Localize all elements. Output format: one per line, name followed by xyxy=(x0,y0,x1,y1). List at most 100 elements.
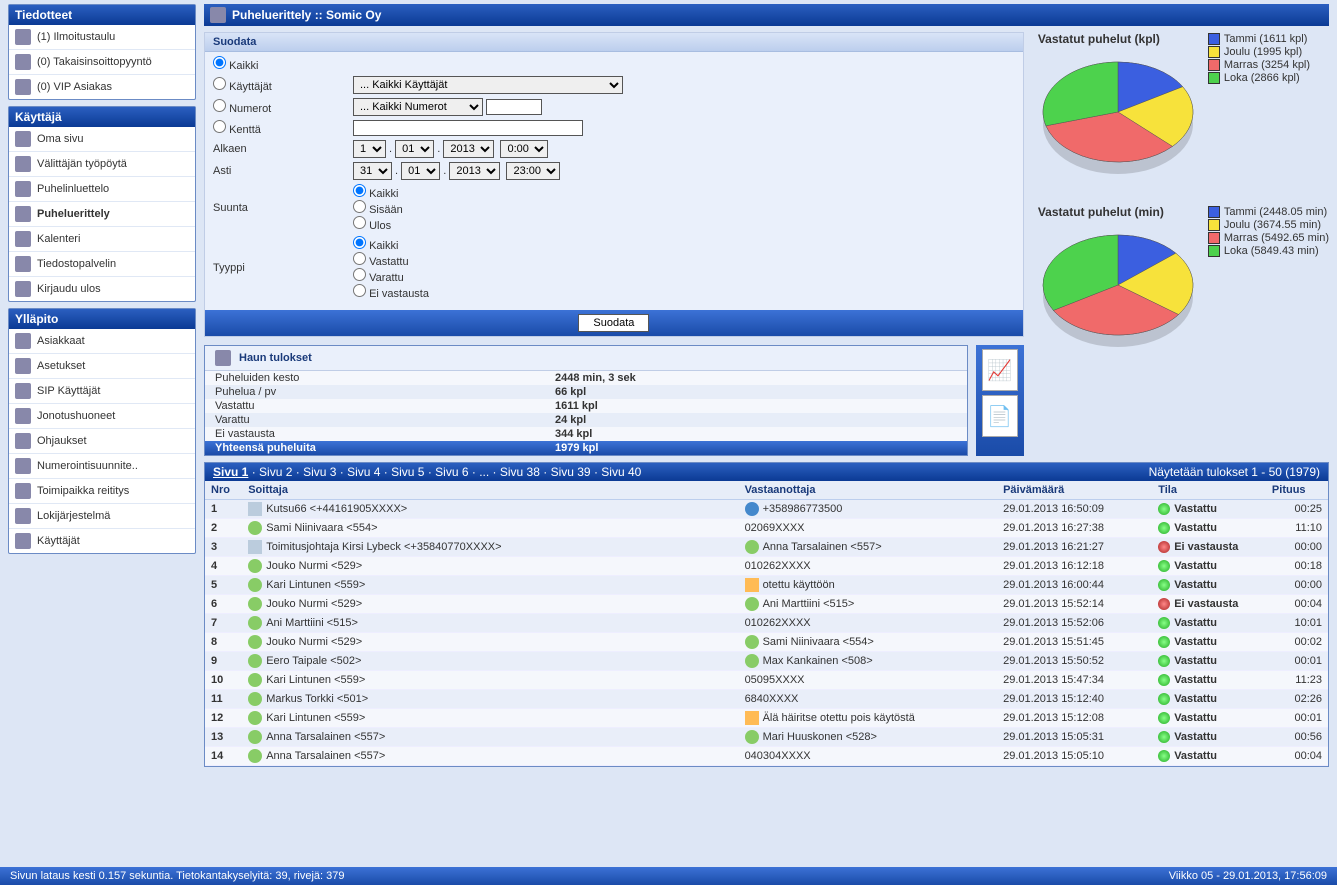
nav-item[interactable]: Jonotushuoneet xyxy=(9,404,195,429)
nav-icon xyxy=(15,231,31,247)
tyyppi-kaikki[interactable] xyxy=(353,236,366,249)
user-icon xyxy=(248,616,262,630)
status-dot-icon xyxy=(1158,598,1170,610)
pager-link[interactable]: Sivu 2 xyxy=(259,465,292,479)
filter-radio-numerot[interactable] xyxy=(213,99,226,112)
filter-radio-kayttajat[interactable] xyxy=(213,77,226,90)
footer-left: Sivun lataus kesti 0.157 sekuntia. Tieto… xyxy=(10,870,344,882)
pager-link[interactable]: Sivu 38 xyxy=(500,465,540,479)
pager-link[interactable]: Sivu 5 xyxy=(391,465,424,479)
suunta-sisaan[interactable] xyxy=(353,200,366,213)
alkaen-month[interactable]: 01 xyxy=(395,140,434,158)
table-row[interactable]: 13Anna Tarsalainen <557>Mari Huuskonen <… xyxy=(205,728,1328,747)
results-panel: Haun tulokset Puheluiden kesto2448 min, … xyxy=(204,345,968,456)
filter-numerot-select[interactable]: ... Kaikki Numerot xyxy=(353,98,483,116)
footer-right: Viikko 05 - 29.01.2013, 17:56:09 xyxy=(1169,870,1327,882)
nav-icon xyxy=(15,433,31,449)
filter-kayttajat-select[interactable]: ... Kaikki Käyttäjät xyxy=(353,76,623,94)
document-icon xyxy=(248,502,262,516)
pager-link[interactable]: Sivu 6 xyxy=(435,465,468,479)
th-soittaja[interactable]: Soittaja xyxy=(242,481,738,500)
th-vastaanottaja[interactable]: Vastaanottaja xyxy=(739,481,998,500)
table-row[interactable]: 1Kutsu66 <+44161905XXXX>+35898677350029.… xyxy=(205,500,1328,519)
kayttaja-panel: Käyttäjä Oma sivuVälittäjän työpöytäPuhe… xyxy=(8,106,196,302)
chart: Vastatut puhelut (kpl)Tammi (1611 kpl)Jo… xyxy=(1038,32,1329,185)
th-paivamaara[interactable]: Päivämäärä xyxy=(997,481,1152,500)
th-pituus[interactable]: Pituus xyxy=(1266,481,1328,500)
chart-title: Vastatut puhelut (kpl) xyxy=(1038,32,1198,46)
nav-item[interactable]: Käyttäjät xyxy=(9,529,195,553)
nav-item[interactable]: Ohjaukset xyxy=(9,429,195,454)
user-icon xyxy=(745,730,759,744)
pager-link[interactable]: Sivu 3 xyxy=(303,465,336,479)
user-icon xyxy=(745,635,759,649)
th-nro[interactable]: Nro xyxy=(205,481,242,500)
table-row[interactable]: 7Ani Marttiini <515>010262XXXX29.01.2013… xyxy=(205,614,1328,633)
nav-item[interactable]: Puheluerittely xyxy=(9,202,195,227)
tyyppi-vastattu[interactable] xyxy=(353,252,366,265)
filter-kentta-input[interactable] xyxy=(353,120,583,136)
nav-item[interactable]: SIP Käyttäjät xyxy=(9,379,195,404)
alkaen-day[interactable]: 1 xyxy=(353,140,386,158)
suunta-kaikki[interactable] xyxy=(353,184,366,197)
pager-link[interactable]: Sivu 4 xyxy=(347,465,380,479)
nav-item[interactable]: Kirjaudu ulos xyxy=(9,277,195,301)
nav-item[interactable]: Toimipaikka reititys xyxy=(9,479,195,504)
filter-radio-kentta[interactable] xyxy=(213,120,226,133)
asti-month[interactable]: 01 xyxy=(401,162,440,180)
table-row[interactable]: 5Kari Lintunen <559>otettu käyttöön29.01… xyxy=(205,576,1328,595)
filter-radio-kaikki[interactable] xyxy=(213,56,226,69)
page-title: Puheluerittely :: Somic Oy xyxy=(232,8,381,22)
nav-item[interactable]: Puhelinluettelo xyxy=(9,177,195,202)
list-export-icon[interactable]: 📄 xyxy=(982,395,1018,437)
tyyppi-varattu[interactable] xyxy=(353,268,366,281)
user-icon xyxy=(248,673,262,687)
yllapito-header: Ylläpito xyxy=(9,309,195,329)
nav-item[interactable]: Numerointisuunnite.. xyxy=(9,454,195,479)
tiedotteet-panel: Tiedotteet (1) Ilmoitustaulu(0) Takaisin… xyxy=(8,4,196,100)
nav-item[interactable]: Tiedostopalvelin xyxy=(9,252,195,277)
filter-submit-button[interactable]: Suodata xyxy=(578,314,649,332)
chart: Vastatut puhelut (min)Tammi (2448.05 min… xyxy=(1038,205,1329,358)
tyyppi-eivast[interactable] xyxy=(353,284,366,297)
table-row[interactable]: 6Jouko Nurmi <529>Ani Marttiini <515>29.… xyxy=(205,595,1328,614)
nav-item[interactable]: Kalenteri xyxy=(9,227,195,252)
table-row[interactable]: 10Kari Lintunen <559>05095XXXX29.01.2013… xyxy=(205,671,1328,690)
nav-item[interactable]: Oma sivu xyxy=(9,127,195,152)
nav-item[interactable]: Asetukset xyxy=(9,354,195,379)
nav-item[interactable]: Välittäjän työpöytä xyxy=(9,152,195,177)
suunta-ulos[interactable] xyxy=(353,216,366,229)
nav-item[interactable]: (1) Ilmoitustaulu xyxy=(9,25,195,50)
table-row[interactable]: 12Kari Lintunen <559>Älä häiritse otettu… xyxy=(205,709,1328,728)
asti-time[interactable]: 23:00 xyxy=(506,162,560,180)
table-row[interactable]: 8Jouko Nurmi <529>Sami Niinivaara <554>2… xyxy=(205,633,1328,652)
results-title: Haun tulokset xyxy=(239,352,312,364)
status-dot-icon xyxy=(1158,712,1170,724)
table-row[interactable]: 4Jouko Nurmi <529>010262XXXX29.01.2013 1… xyxy=(205,557,1328,576)
legend-swatch xyxy=(1208,33,1220,45)
alkaen-year[interactable]: 2013 xyxy=(443,140,494,158)
nav-item[interactable]: Asiakkaat xyxy=(9,329,195,354)
filter-numerot-input[interactable] xyxy=(486,99,542,115)
nav-icon xyxy=(15,256,31,272)
table-row[interactable]: 3Toimitusjohtaja Kirsi Lybeck <+35840770… xyxy=(205,538,1328,557)
nav-item[interactable]: (0) VIP Asiakas xyxy=(9,75,195,99)
asti-year[interactable]: 2013 xyxy=(449,162,500,180)
status-dot-icon xyxy=(1158,693,1170,705)
nav-item[interactable]: Lokijärjestelmä xyxy=(9,504,195,529)
table-row[interactable]: 11Markus Torkki <501>6840XXXX29.01.2013 … xyxy=(205,690,1328,709)
nav-item[interactable]: (0) Takaisinsoittopyyntö xyxy=(9,50,195,75)
table-row[interactable]: 14Anna Tarsalainen <557>040304XXXX29.01.… xyxy=(205,747,1328,766)
pager-link[interactable]: Sivu 40 xyxy=(601,465,641,479)
alkaen-time[interactable]: 0:00 xyxy=(500,140,548,158)
pager-link[interactable]: Sivu 39 xyxy=(551,465,591,479)
pager-link[interactable]: Sivu 1 xyxy=(213,465,248,479)
nav-icon xyxy=(15,181,31,197)
nav-icon xyxy=(15,281,31,297)
th-tila[interactable]: Tila xyxy=(1152,481,1266,500)
asti-day[interactable]: 31 xyxy=(353,162,392,180)
table-row[interactable]: 9Eero Taipale <502>Max Kankainen <508>29… xyxy=(205,652,1328,671)
chart-export-icon[interactable]: 📈 xyxy=(982,349,1018,391)
table-row[interactable]: 2Sami Niinivaara <554>02069XXXX29.01.201… xyxy=(205,519,1328,538)
nav-icon xyxy=(15,383,31,399)
